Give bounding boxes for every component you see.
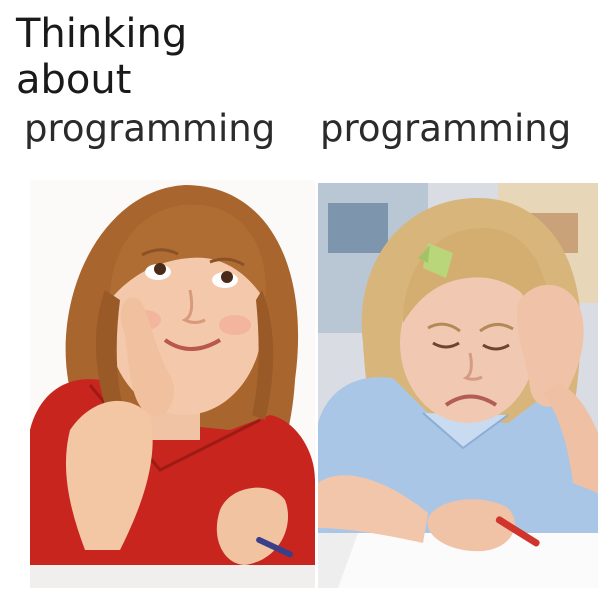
right-photo — [318, 183, 598, 588]
caption-thinking: Thinking — [16, 11, 188, 57]
caption-left-programming: programming — [24, 107, 276, 150]
caption-about: about — [16, 57, 132, 103]
left-photo — [30, 180, 315, 588]
caption-right-programming: programming — [320, 107, 572, 150]
